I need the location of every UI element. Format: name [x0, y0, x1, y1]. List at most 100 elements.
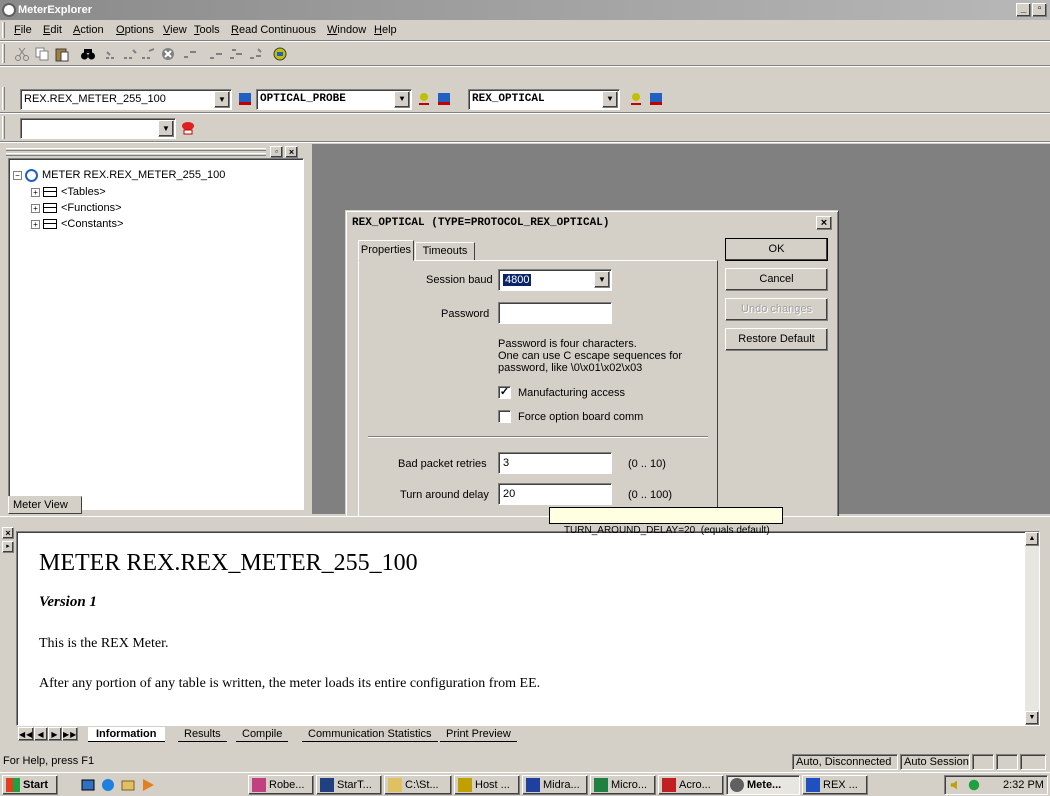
tab-properties[interactable]: Properties [358, 240, 414, 261]
expand-icon[interactable]: + [31, 203, 40, 213]
probe-settings-icon[interactable] [416, 91, 432, 107]
tree-item-constants[interactable]: + <Constants> [31, 216, 123, 232]
task-button[interactable]: Midra... [522, 775, 588, 795]
protocol-combo[interactable]: REX_OPTICAL ▼ [468, 89, 620, 110]
vertical-scrollbar[interactable]: ▲ ▼ [1025, 532, 1039, 725]
copy-icon[interactable] [34, 46, 50, 62]
menu-view[interactable]: View [163, 24, 187, 36]
tab-results[interactable]: Results [178, 727, 227, 742]
password-input[interactable] [498, 302, 612, 324]
force-option-checkbox[interactable] [498, 410, 511, 423]
meter-properties-icon[interactable] [237, 91, 253, 107]
close-icon[interactable]: × [2, 527, 14, 539]
restore-button[interactable]: ▫ [1032, 3, 1047, 17]
tab-communication-statistics[interactable]: Communication Statistics [302, 727, 438, 742]
menu-window[interactable]: Window [327, 24, 366, 36]
compare-icon[interactable] [208, 46, 224, 62]
next-tab-icon[interactable]: ▶ [48, 727, 62, 741]
menu-tools[interactable]: Tools [194, 24, 220, 36]
scroll-down-icon[interactable]: ▼ [1025, 711, 1039, 725]
title-bar[interactable]: MeterExplorer [0, 0, 1050, 20]
read-icon[interactable] [104, 46, 120, 62]
cancel-button[interactable]: Cancel [725, 268, 828, 291]
minimize-button[interactable]: _ [1016, 3, 1031, 17]
expand-icon[interactable]: + [31, 219, 40, 229]
maximize-pane-icon[interactable]: ▫ [270, 146, 283, 158]
scroll-up-icon[interactable]: ▲ [1025, 532, 1039, 546]
volume-icon[interactable] [949, 778, 963, 792]
tab-information[interactable]: Information [88, 727, 165, 742]
task-button-active[interactable]: Mete... [726, 775, 800, 795]
media-icon[interactable] [140, 777, 156, 793]
task-button[interactable]: Acro... [658, 775, 724, 795]
tree-item-functions[interactable]: + <Functions> [31, 200, 122, 216]
write-icon[interactable] [122, 46, 138, 62]
find-icon[interactable] [80, 46, 96, 62]
task-button[interactable]: Host ... [454, 775, 520, 795]
cut-icon[interactable] [14, 46, 30, 62]
show-desktop-icon[interactable] [80, 777, 96, 793]
chevron-down-icon[interactable]: ▼ [158, 120, 174, 137]
close-icon[interactable]: × [285, 146, 298, 158]
close-icon[interactable]: × [816, 216, 832, 230]
prev-tab-icon[interactable]: ◀ [34, 727, 48, 741]
tooltip-text: TURN_AROUND_DELAY=20 (equals default) [563, 525, 770, 536]
network-icon[interactable] [967, 778, 981, 792]
menu-action[interactable]: Action [73, 24, 104, 36]
task-button[interactable]: REX ... [802, 775, 868, 795]
last-tab-icon[interactable]: ▶▶ [62, 727, 78, 741]
menu-read-continuous[interactable]: Read Continuous [231, 24, 316, 36]
tab-compile[interactable]: Compile [236, 727, 289, 742]
tab-meter-view[interactable]: Meter View [8, 496, 82, 514]
execute-icon[interactable] [182, 46, 198, 62]
menu-edit[interactable]: Edit [43, 24, 62, 36]
ok-button[interactable]: OK [725, 238, 828, 261]
manufacturing-access-checkbox[interactable]: ✓ [498, 386, 511, 399]
bad-packet-value: 3 [503, 457, 510, 469]
paste-icon[interactable] [54, 46, 70, 62]
turn-around-input[interactable]: 20 [498, 483, 612, 505]
session-combo[interactable]: ▼ [20, 118, 176, 139]
browser-icon[interactable] [100, 777, 116, 793]
reset-icon[interactable] [180, 120, 196, 136]
menu-file[interactable]: File [14, 24, 32, 36]
task-button[interactable]: Micro... [590, 775, 656, 795]
expand-icon[interactable]: + [31, 187, 40, 197]
tree-root[interactable]: − METER REX.REX_METER_255_100 [13, 167, 225, 183]
task-button[interactable]: Robe... [248, 775, 314, 795]
stop-icon[interactable] [160, 46, 176, 62]
menu-options[interactable]: Options [116, 24, 154, 36]
meter-combo[interactable]: REX.REX_METER_255_100 ▼ [20, 89, 232, 110]
read-write-icon[interactable] [140, 46, 156, 62]
restore-default-button[interactable]: Restore Default [725, 328, 828, 351]
explorer-icon[interactable] [120, 777, 136, 793]
start-button[interactable]: Start [2, 775, 58, 795]
task-button[interactable]: C:\St... [384, 775, 452, 795]
connect-icon[interactable] [272, 46, 288, 62]
probe-combo[interactable]: OPTICAL_PROBE ▼ [256, 89, 412, 110]
first-tab-icon[interactable]: ◀◀ [18, 727, 34, 741]
tab-label: Timeouts [422, 245, 468, 257]
undo-changes-button[interactable]: Undo changes [725, 298, 828, 321]
compare-config-icon[interactable] [248, 46, 264, 62]
chevron-down-icon[interactable]: ▼ [602, 91, 618, 108]
dialog-title-bar[interactable]: REX_OPTICAL (TYPE=PROTOCOL_REX_OPTICAL) [349, 214, 835, 232]
chevron-down-icon[interactable]: ▼ [394, 91, 410, 108]
bad-packet-input[interactable]: 3 [498, 452, 612, 474]
tab-print-preview[interactable]: Print Preview [440, 727, 517, 742]
probe-properties-icon[interactable] [436, 91, 452, 107]
menu-help[interactable]: Help [374, 24, 397, 36]
session-baud-select[interactable]: 4800 ▼ [498, 269, 612, 291]
protocol-settings-icon[interactable] [628, 91, 644, 107]
collapse-icon[interactable]: − [13, 170, 22, 180]
app-icon[interactable] [2, 3, 16, 17]
task-button[interactable]: StarT... [316, 775, 382, 795]
chevron-down-icon[interactable]: ▼ [214, 91, 230, 108]
expand-pane-icon[interactable]: ▸ [2, 541, 14, 553]
protocol-properties-icon[interactable] [648, 91, 664, 107]
tab-timeouts[interactable]: Timeouts [415, 242, 475, 261]
compare-all-icon[interactable] [228, 46, 244, 62]
tree-item-tables[interactable]: + <Tables> [31, 184, 106, 200]
chevron-down-icon[interactable]: ▼ [594, 271, 610, 288]
tab-label: Communication Statistics [308, 728, 432, 740]
